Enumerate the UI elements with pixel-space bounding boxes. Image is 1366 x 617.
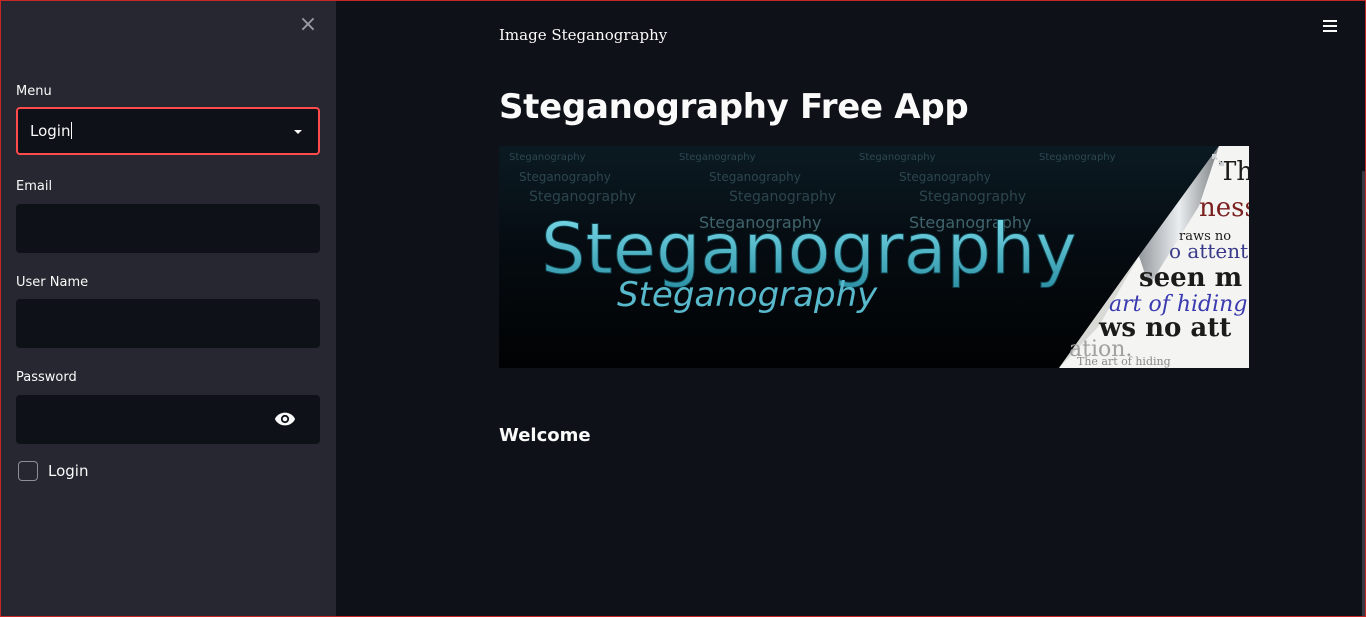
scrollbar[interactable] (1362, 171, 1365, 616)
login-checkbox[interactable] (18, 461, 38, 481)
welcome-heading: Welcome (499, 425, 591, 446)
chevron-down-icon (294, 130, 302, 134)
banner-sub-word: Steganography (617, 275, 878, 315)
banner-peel-text: o attent (1169, 239, 1248, 263)
username-field[interactable] (16, 299, 320, 348)
page-title: Steganography Free App (499, 87, 969, 127)
banner-row-word: Steganography (1039, 152, 1116, 163)
banner-peel-text: seen m (1139, 263, 1242, 293)
menu-label: Menu (16, 84, 52, 99)
menu-select[interactable]: Login (16, 107, 320, 155)
banner-row-word: Steganography (919, 189, 1026, 205)
banner-peel-text: ness (1199, 193, 1249, 223)
menu-select-value: Login (30, 122, 73, 140)
banner-row-word: Steganography (899, 170, 991, 184)
banner-row-word: Steganography (509, 152, 586, 163)
banner-row-word: Steganography (529, 189, 636, 205)
fullscreen-expand-icon[interactable] (1210, 152, 1226, 168)
username-label: User Name (16, 275, 89, 290)
sidebar: × Menu Login Email User Name Password Lo… (1, 1, 336, 616)
banner-row-word: Steganography (709, 170, 801, 184)
email-field[interactable] (16, 204, 320, 253)
hamburger-menu-icon[interactable] (1323, 20, 1337, 34)
banner-row-word: Steganography (519, 170, 611, 184)
banner-row-word: Steganography (729, 189, 836, 205)
password-label: Password (16, 370, 77, 385)
app-window: × Menu Login Email User Name Password Lo… (0, 0, 1366, 617)
steganography-banner-image: Steganography Steganography Steganograph… (499, 146, 1249, 368)
banner-row-word: Steganography (859, 152, 936, 163)
eye-icon[interactable] (274, 408, 296, 430)
page-heading: Image Steganography (499, 26, 668, 44)
banner-peel-text: The art of hiding (1077, 355, 1171, 368)
login-checkbox-label[interactable]: Login (48, 462, 88, 480)
email-label: Email (16, 179, 53, 194)
main-content: Image Steganography Steganography Free A… (336, 1, 1365, 616)
close-icon[interactable]: × (297, 13, 319, 37)
banner-row-word: Steganography (679, 152, 756, 163)
